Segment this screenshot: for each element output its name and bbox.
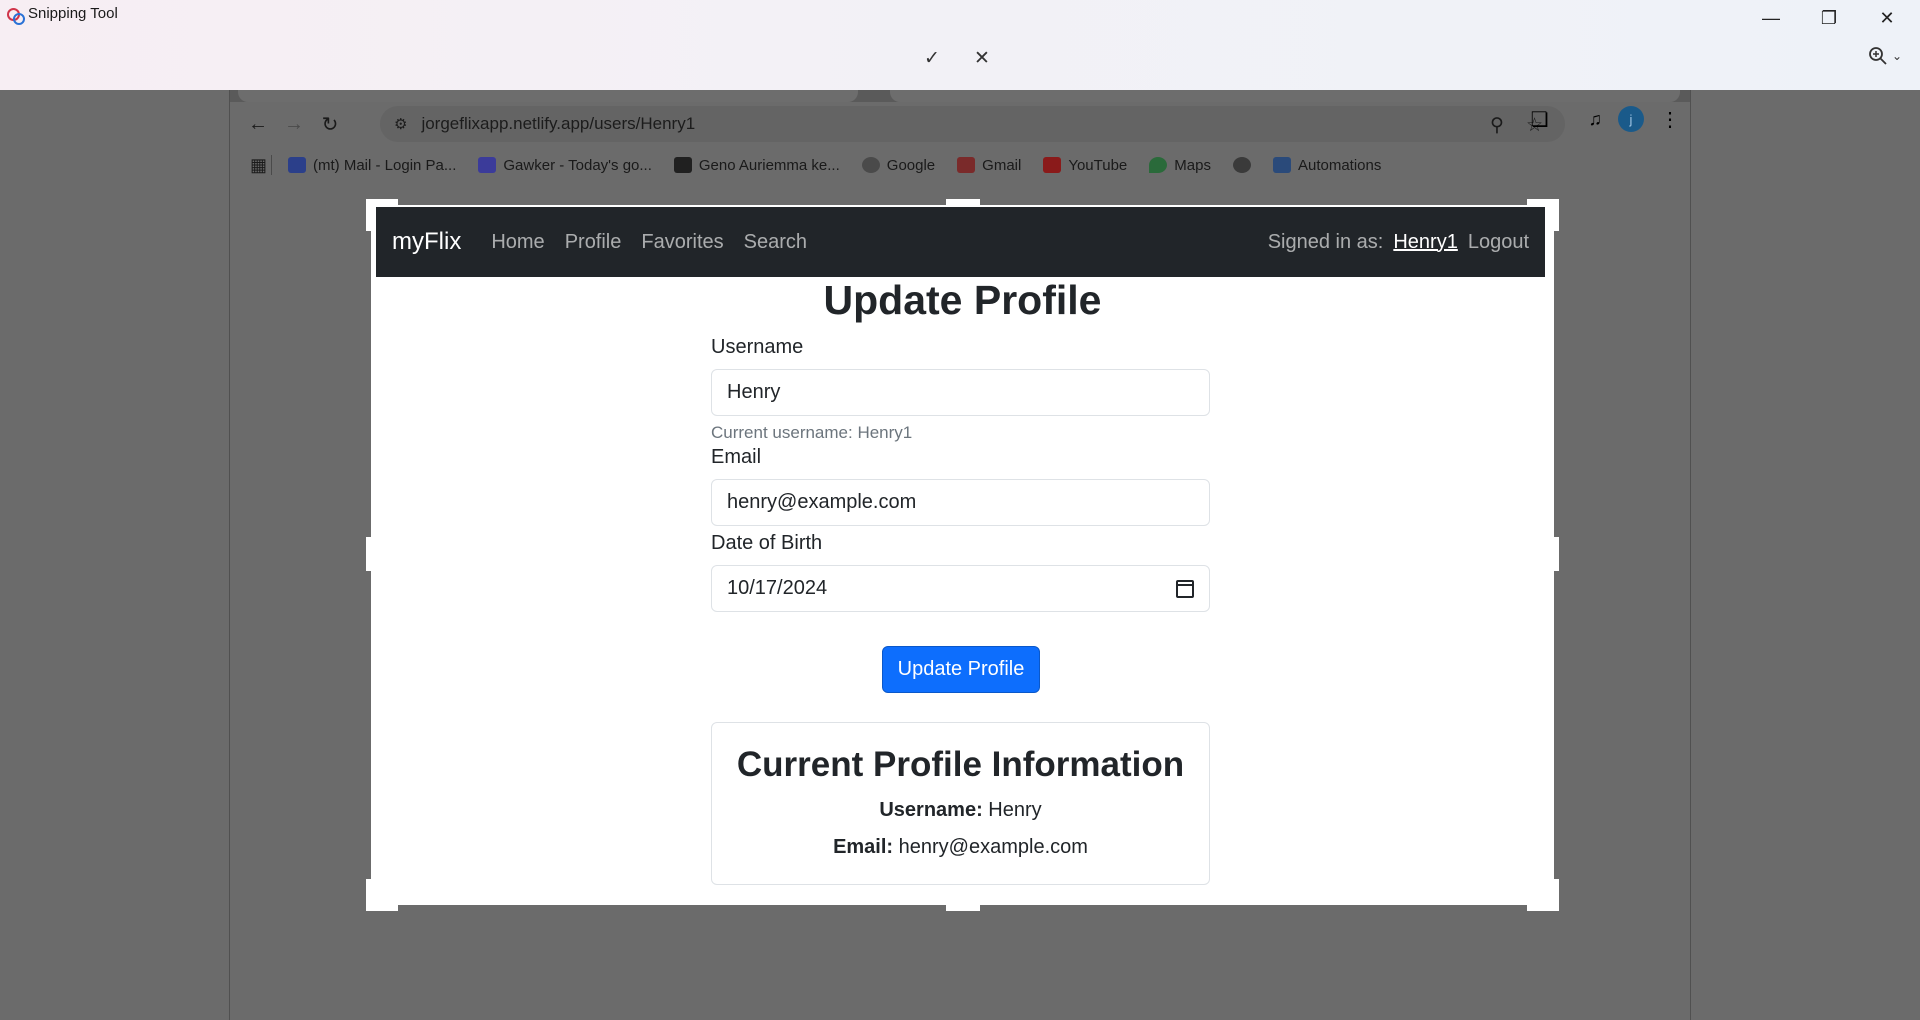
bookmark-label: Gmail (982, 156, 1022, 174)
card-email-line: Email: henry@example.com (712, 836, 1209, 859)
bookmark-item[interactable]: Google (861, 156, 936, 174)
bookmark-label: Automations (1297, 156, 1382, 174)
url-text[interactable]: jorgeflixapp.netlify.app/users/Henry1 (421, 114, 695, 134)
minimize-icon[interactable]: — (1748, 4, 1794, 32)
bookmark-label: Geno Auriemma ke... (698, 156, 840, 174)
selection-handle[interactable] (946, 905, 980, 911)
bookmark-label: Google (886, 156, 936, 174)
update-profile-form: Username Henry Current username: Henry1 … (711, 335, 1210, 612)
tab-strip (230, 90, 1690, 102)
tab[interactable] (890, 90, 1680, 102)
snip-selection[interactable]: myFlix Home Profile Favorites Search Sig… (366, 199, 1559, 911)
bookmark-label: (mt) Mail - Login Pa... (313, 156, 457, 174)
avatar[interactable]: j (1618, 106, 1644, 132)
username-help-text: Current username: Henry1 (711, 423, 913, 442)
dob-input-value: 10/17/2024 (727, 577, 828, 599)
snipping-tool-icon (6, 6, 25, 25)
forward-icon[interactable]: → (276, 106, 312, 142)
signed-in-label: Signed in as: (1267, 230, 1384, 253)
chevron-down-icon: ⌄ (1891, 49, 1902, 63)
bookmark-favicon (861, 157, 880, 173)
bookmark-label: Maps (1174, 156, 1211, 174)
globe-icon (1232, 157, 1251, 173)
email-label: Email (711, 446, 762, 468)
selection-handle[interactable] (366, 879, 372, 911)
profile-info-card: Current Profile Information Username: He… (711, 722, 1210, 885)
app-navbar: myFlix Home Profile Favorites Search Sig… (376, 207, 1545, 277)
card-username-key: Username: (879, 799, 983, 821)
selection-handle[interactable] (1553, 199, 1559, 231)
logout-link[interactable]: Logout (1468, 231, 1529, 254)
bookmark-item[interactable] (1232, 157, 1251, 173)
username-label: Username (711, 336, 804, 358)
tab[interactable] (238, 90, 858, 102)
dob-input[interactable]: 10/17/2024 (711, 565, 1210, 612)
card-email-value: henry@example.com (898, 836, 1088, 858)
key-icon[interactable]: ⚲ (1490, 114, 1504, 137)
username-input[interactable]: Henry (711, 369, 1210, 416)
update-profile-button[interactable]: Update Profile (882, 646, 1040, 693)
bookmark-item[interactable]: Gawker - Today's go... (478, 156, 652, 174)
bookmark-favicon (288, 157, 307, 173)
back-icon[interactable]: ← (240, 106, 276, 142)
card-email-key: Email: (833, 836, 894, 858)
app-title: Snipping Tool (28, 5, 118, 22)
zoom-button[interactable]: ⌄ (1868, 46, 1902, 66)
site-info-icon[interactable]: ⚙ (394, 115, 407, 133)
nav-profile[interactable]: Profile (565, 231, 622, 254)
nav-favorites[interactable]: Favorites (641, 231, 723, 254)
address-row: ← → ↻ ⚙ jorgeflixapp.netlify.app/users/H… (230, 102, 1690, 146)
apps-grid-icon[interactable]: ▦ (250, 155, 267, 176)
close-icon[interactable]: ✕ (1864, 4, 1910, 32)
selection-handle[interactable] (1553, 879, 1559, 911)
selection-handle[interactable] (946, 199, 980, 205)
discard-icon[interactable]: ✕ (968, 44, 996, 72)
bookmark-favicon (478, 157, 497, 173)
nav-search[interactable]: Search (744, 231, 807, 254)
card-username-value: Henry (988, 799, 1042, 821)
avatar-letter: j (1629, 111, 1633, 127)
bookmark-item[interactable]: (mt) Mail - Login Pa... (288, 157, 456, 174)
bookmark-label: Gawker - Today's go... (503, 156, 652, 174)
page-title: Update Profile (823, 277, 1102, 323)
bookmark-favicon (957, 157, 976, 173)
bookmark-item[interactable]: Geno Auriemma ke... (673, 156, 840, 174)
bookmark-item[interactable]: YouTube (1043, 157, 1127, 174)
card-username-line: Username: Henry (712, 799, 1209, 822)
card-title: Current Profile Information (736, 745, 1185, 784)
menu-kebab-icon[interactable]: ⋮ (1660, 107, 1680, 132)
reload-icon[interactable]: ↻ (312, 106, 348, 142)
selection-handle[interactable] (366, 199, 372, 231)
bookmark-label: YouTube (1068, 156, 1128, 174)
snipping-tool-toolbar: Snipping Tool — ❐ ✕ ✓ ✕ ⌄ (0, 0, 1920, 90)
username-input-value: Henry (727, 381, 781, 403)
media-icon[interactable]: ♫ (1589, 109, 1603, 130)
bookmark-favicon (1149, 157, 1168, 173)
restore-icon[interactable]: ❐ (1806, 4, 1852, 32)
bookmark-item[interactable]: Automations (1272, 156, 1382, 174)
selection-handle[interactable] (1553, 537, 1559, 571)
extensions-icon[interactable]: ❏ (1531, 107, 1549, 132)
bookmark-favicon (673, 157, 692, 173)
zoom-icon (1869, 47, 1887, 65)
nav-home[interactable]: Home (491, 231, 544, 254)
signed-in-user-link[interactable]: Henry1 (1393, 231, 1457, 254)
bookmarks-separator (271, 155, 273, 175)
bookmark-favicon (1272, 157, 1291, 173)
bookmark-item[interactable]: Gmail (957, 157, 1021, 174)
user-area: Signed in as: Henry1 Logout (1268, 231, 1529, 254)
bookmark-favicon (1043, 157, 1062, 173)
email-input[interactable]: henry@example.com (711, 479, 1210, 526)
dob-label: Date of Birth (711, 532, 823, 554)
bookmark-item[interactable]: Maps (1149, 157, 1211, 174)
selection-handle[interactable] (366, 537, 372, 571)
email-input-value: henry@example.com (727, 491, 917, 513)
check-icon[interactable]: ✓ (918, 44, 946, 72)
snipping-tool-title: Snipping Tool (6, 5, 118, 25)
bookmarks-bar: ▦ (mt) Mail - Login Pa... Gawker - Today… (230, 146, 1690, 184)
address-bar[interactable]: ⚙ jorgeflixapp.netlify.app/users/Henry1 … (380, 106, 1565, 142)
brand-logo[interactable]: myFlix (392, 228, 461, 256)
calendar-icon[interactable] (1176, 579, 1194, 598)
